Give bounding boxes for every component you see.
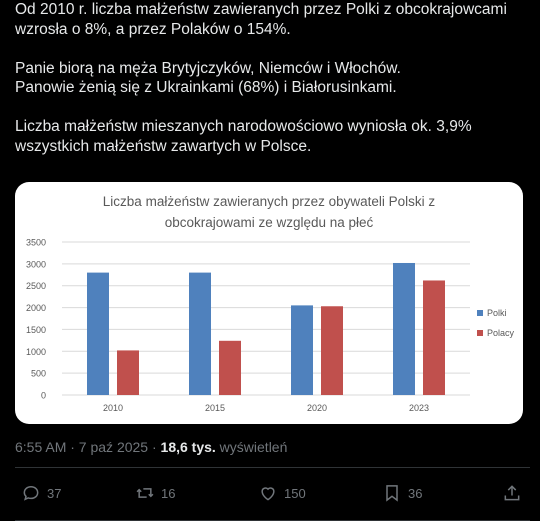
repost-button[interactable]: 16 (135, 478, 175, 508)
chart-title: obcokrajowami ze względu na płeć (165, 215, 374, 230)
tweet-meta: 6:55 AM · 7 paź 2025 · 18,6 tys. wyświet… (15, 439, 287, 455)
action-bar: 37 16 150 36 (15, 478, 525, 508)
y-tick-label: 2500 (26, 281, 46, 291)
y-tick-label: 0 (41, 391, 46, 401)
legend-label-polki: Polki (487, 308, 507, 318)
bar-polacy-2020 (321, 306, 343, 395)
legend-swatch-polki (477, 310, 483, 316)
chart-image[interactable]: Liczba małżeństw zawieranych przez obywa… (15, 182, 523, 424)
x-tick-label: 2010 (103, 403, 123, 413)
y-tick-label: 3000 (26, 259, 46, 269)
tweet-timestamp[interactable]: 6:55 AM · 7 paź 2025 · (15, 439, 161, 455)
bar-polacy-2023 (423, 280, 445, 395)
like-count: 150 (284, 485, 306, 501)
like-button[interactable]: 150 (258, 478, 306, 508)
legend-swatch-polacy (477, 330, 483, 336)
bookmark-count: 36 (408, 485, 423, 501)
x-tick-label: 2015 (205, 403, 225, 413)
repost-count: 16 (161, 485, 176, 501)
bookmark-button[interactable]: 36 (382, 478, 422, 508)
tweet-text: Od 2010 r. liczba małżeństw zawieranych … (15, 1, 507, 155)
chart-title: Liczba małżeństw zawieranych przez obywa… (103, 194, 436, 209)
reply-button[interactable]: 37 (21, 478, 61, 508)
x-tick-label: 2020 (307, 403, 327, 413)
bar-polacy-2015 (219, 340, 241, 395)
reply-icon (23, 485, 39, 501)
bar-polki-2015 (189, 272, 211, 395)
bookmark-icon (386, 485, 398, 502)
y-tick-label: 2000 (26, 303, 46, 313)
repost-icon (136, 488, 154, 498)
bar-chart: Liczba małżeństw zawieranych przez obywa… (26, 194, 515, 413)
y-tick-label: 3500 (26, 238, 46, 248)
views-count: 18,6 tys. (160, 439, 216, 455)
bar-polki-2020 (291, 305, 313, 395)
views-label: wyświetleń (215, 439, 288, 455)
divider (15, 467, 530, 468)
like-icon (261, 487, 275, 501)
x-tick-label: 2023 (409, 403, 429, 413)
legend-label-polacy: Polacy (487, 328, 515, 338)
y-tick-label: 1000 (26, 347, 46, 357)
bar-polacy-2010 (117, 350, 139, 395)
y-tick-label: 1500 (26, 325, 46, 335)
share-icon (504, 485, 520, 501)
y-tick-label: 500 (31, 369, 46, 379)
share-button[interactable] (502, 478, 528, 508)
bar-polki-2010 (87, 272, 109, 395)
reply-count: 37 (47, 485, 62, 501)
bar-polki-2023 (393, 262, 415, 395)
